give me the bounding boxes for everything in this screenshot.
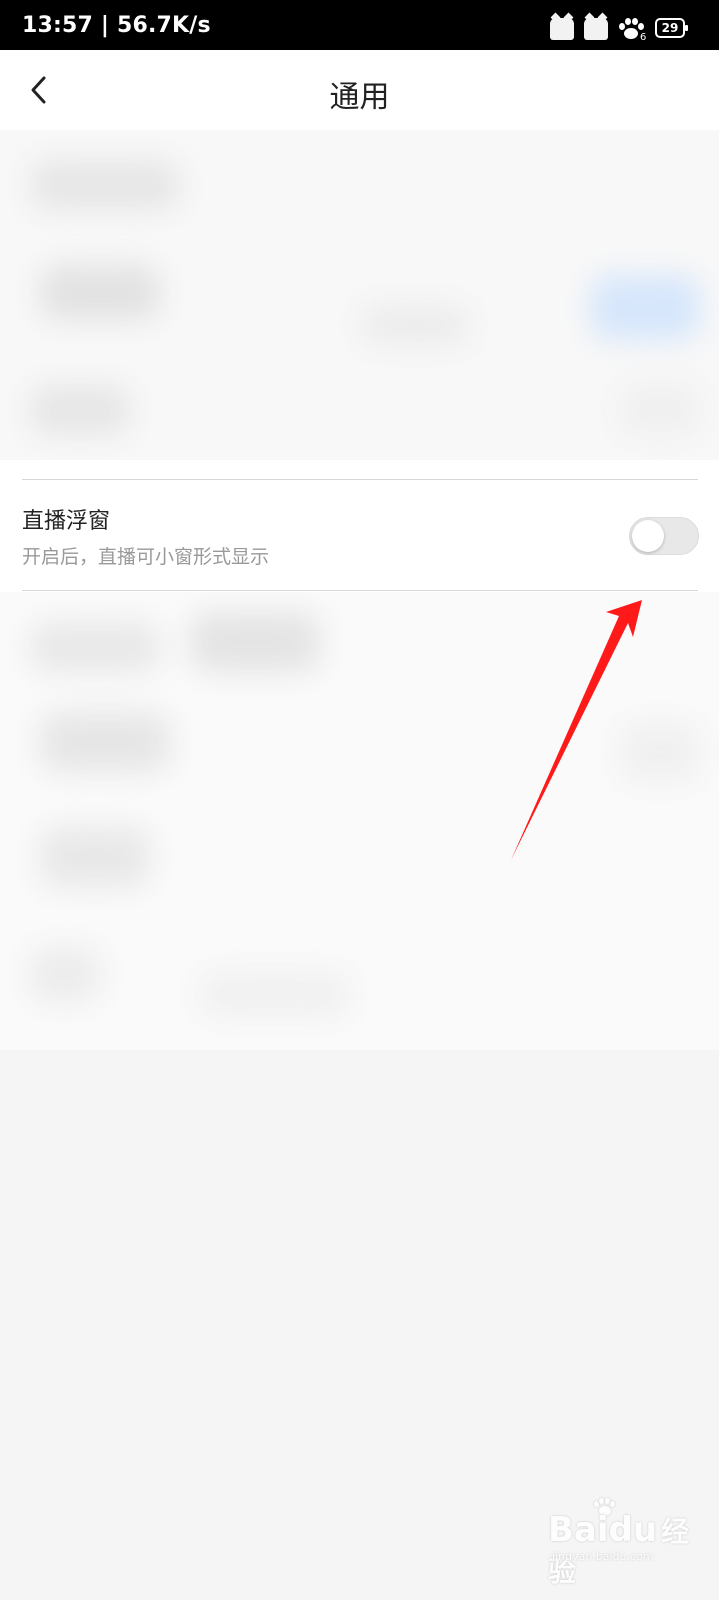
status-time-speed: 13:57 | 56.7K/s: [22, 13, 211, 38]
watermark-url: jingyan.baidu.com: [552, 1550, 654, 1563]
battery-icon: 29: [655, 18, 688, 38]
divider: [22, 479, 698, 480]
baidu-jingyan-watermark: Baidu 经验 jingyan.baidu.com: [548, 1498, 708, 1588]
setting-description: 开启后，直播可小窗形式显示: [22, 546, 270, 568]
status-bar: 13:57 | 56.7K/s 6 29: [0, 0, 719, 50]
cat-notification-icon: [584, 18, 608, 40]
paw-count: 6: [640, 32, 647, 43]
blurred-settings-area: [0, 130, 719, 460]
nav-bar: 通用: [0, 50, 719, 130]
live-float-window-toggle[interactable]: [629, 517, 699, 555]
cat-notification-icon: [550, 18, 574, 40]
paw-notification-icon: 6: [618, 18, 647, 43]
page-title: 通用: [329, 80, 390, 115]
divider: [22, 590, 698, 591]
setting-title: 直播浮窗: [22, 509, 111, 534]
toggle-knob: [632, 520, 664, 552]
blurred-settings-area: [0, 592, 719, 1050]
